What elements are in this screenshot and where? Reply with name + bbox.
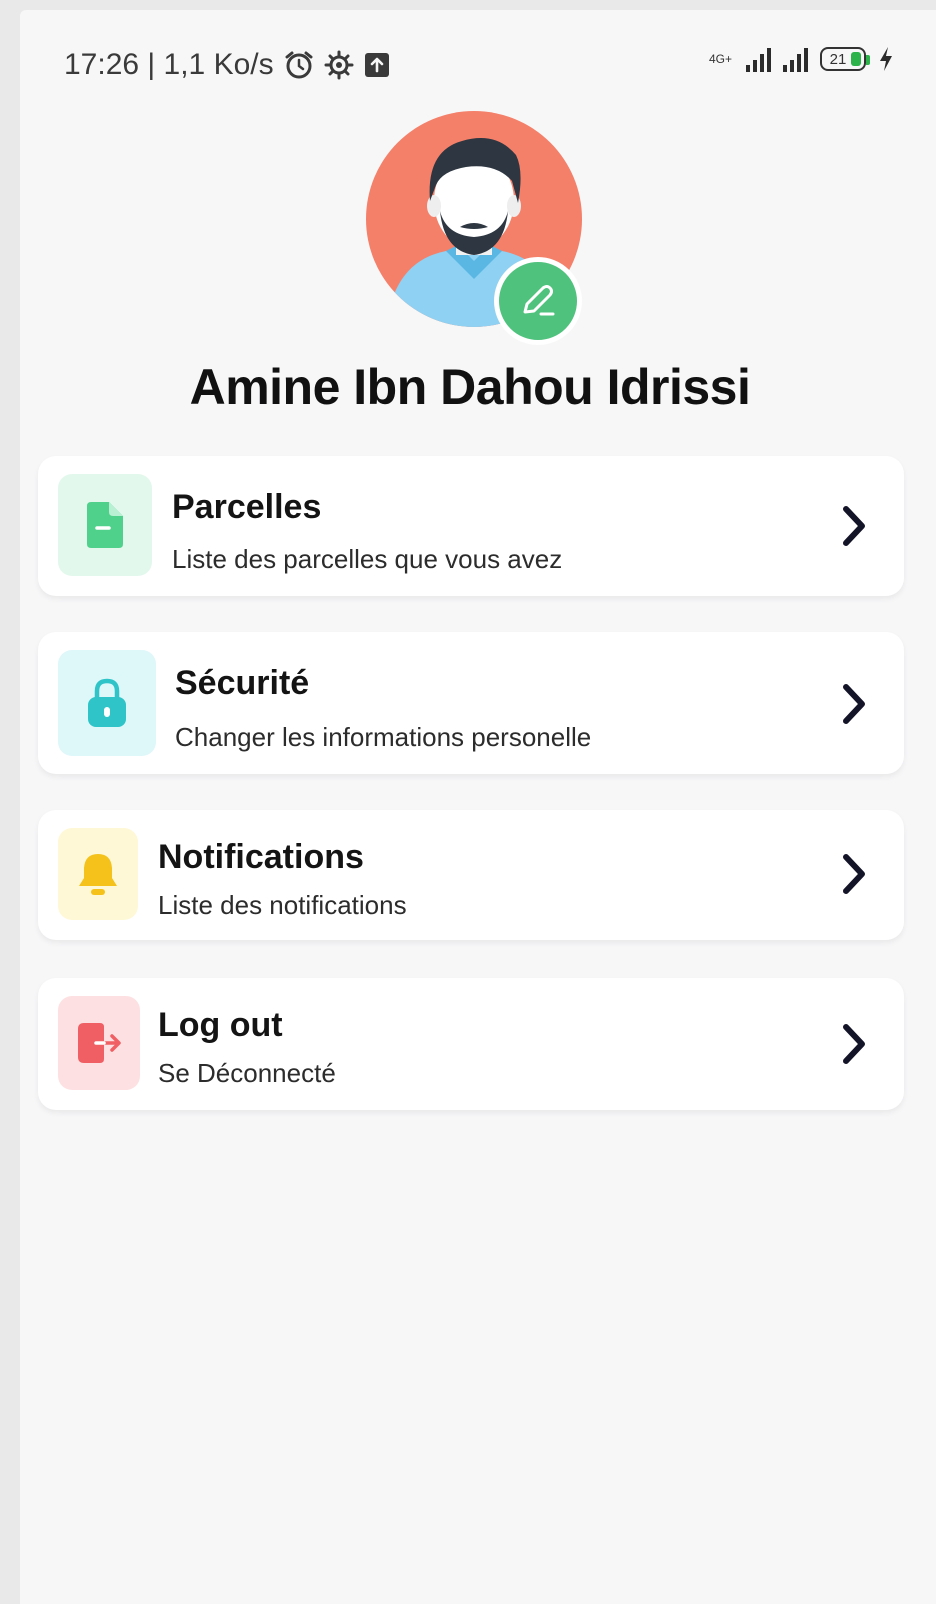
edit-pencil-icon (523, 285, 555, 316)
chevron-right-icon (843, 854, 865, 894)
logout-subtitle: Se Déconnecté (158, 1058, 336, 1088)
charging-icon (880, 47, 892, 71)
app-screen: 17:26 | 1,1 Ko/s 4G+ 21 Amine Ibn Dahou … (20, 10, 936, 1604)
chevron-right-icon (843, 506, 865, 546)
securite-subtitle: Changer les informations personelle (175, 722, 592, 752)
securite-icon-box (58, 650, 156, 756)
edit-avatar-button[interactable] (494, 257, 582, 345)
logout-icon (78, 1023, 121, 1063)
network-type: 4G+ (708, 52, 732, 66)
signal-icon-2 (783, 46, 808, 72)
status-right: 4G+ 21 (709, 46, 894, 72)
settings-gear-icon (324, 50, 354, 80)
parcelles-title: Parcelles (172, 488, 322, 526)
signal-icon (746, 46, 771, 72)
alarm-icon (285, 51, 313, 79)
status-bar: 17:26 | 1,1 Ko/s 4G+ 21 (20, 10, 936, 110)
status-left: 17:26 | 1,1 Ko/s (64, 48, 390, 82)
notifications-title: Notifications (158, 838, 364, 876)
bell-icon (79, 854, 117, 895)
notifications-subtitle: Liste des notifications (158, 890, 407, 920)
profile-name: Amine Ibn Dahou Idrissi (189, 359, 751, 415)
battery-level: 21 (829, 50, 847, 68)
logout-icon-box (58, 996, 140, 1090)
battery-icon: 21 (820, 47, 870, 71)
menu-item-logout[interactable]: Log out Se Déconnecté (38, 978, 904, 1110)
menu-item-notifications[interactable]: Notifications Liste des notifications (38, 810, 904, 940)
upload-icon (364, 53, 389, 77)
document-icon (87, 502, 123, 548)
status-time-speed: 17:26 | 1,1 Ko/s (64, 48, 274, 81)
chevron-right-icon (843, 1024, 865, 1064)
chevron-right-icon (843, 684, 865, 724)
menu-item-parcelles[interactable]: Parcelles Liste des parcelles que vous a… (38, 456, 904, 596)
parcelles-subtitle: Liste des parcelles que vous avez (172, 544, 563, 574)
parcelles-icon-box (58, 474, 152, 576)
securite-title: Sécurité (175, 664, 310, 702)
menu-item-securite[interactable]: Sécurité Changer les informations person… (38, 632, 904, 774)
logout-title: Log out (158, 1006, 283, 1044)
notifications-icon-box (58, 828, 138, 920)
lock-icon (88, 678, 126, 727)
